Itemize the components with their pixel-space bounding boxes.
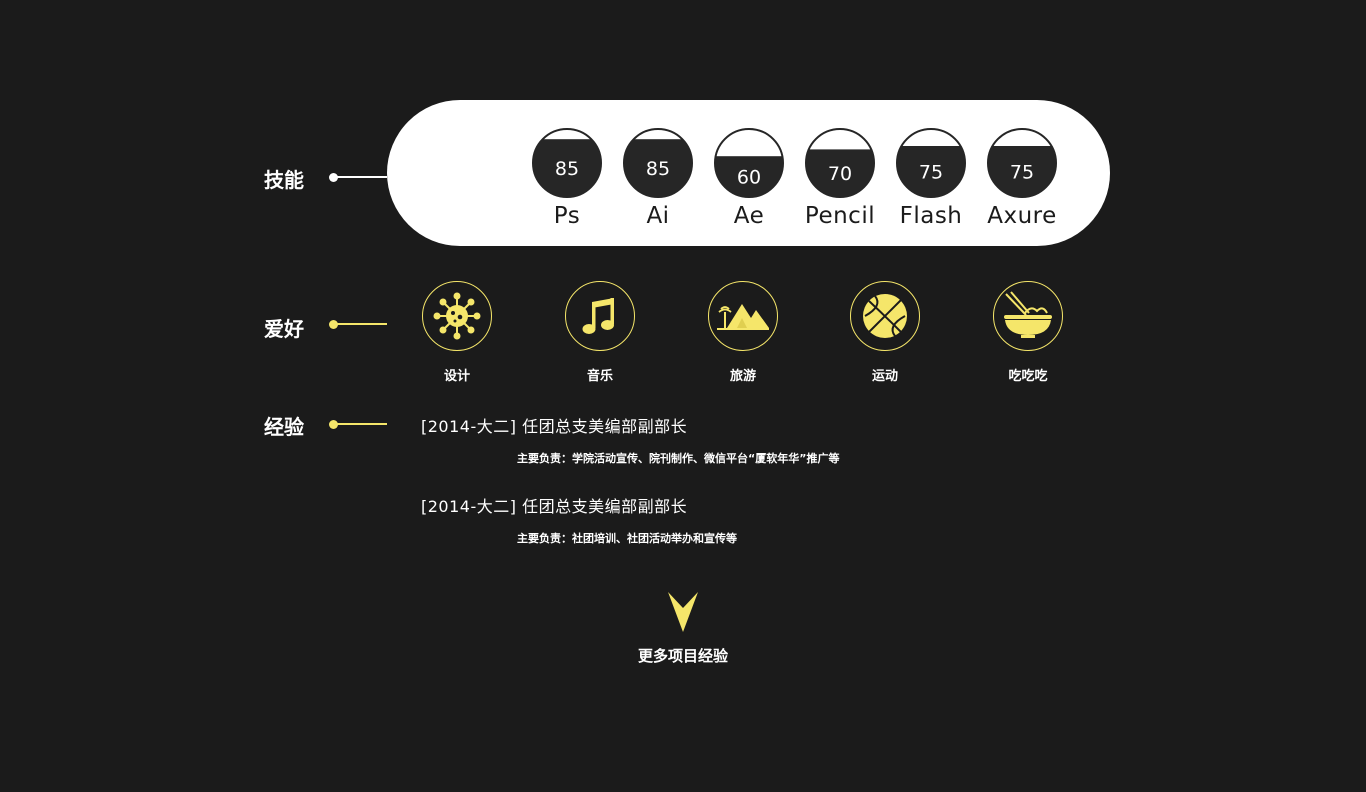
basketball-icon [863,294,907,338]
skill-name: Ae [733,203,765,229]
experience-connector [333,423,387,425]
hobby-music: 音乐 [550,281,650,384]
hobby-circle [565,281,635,351]
experience-title: [2014-大二] 任团总支美编部副部长 [421,417,688,436]
experience-desc: 主要负责：学院活动宣传、院刊制作、微信平台“厦软年华”推广等 [517,452,840,465]
skill-gauge: 85 [532,128,602,198]
hobby-label: 运动 [871,369,898,384]
music-note-icon [582,298,614,334]
hobby-design: 设计 [407,281,507,384]
skills-panel: 85 Ps 85 Ai 60 Ae 70 Pencil 75 Flash 75 … [387,100,1110,246]
skill-gauge: 75 [896,128,966,198]
hobby-circle [422,281,492,351]
hobbies-connector [333,323,387,325]
hobby-label: 音乐 [586,369,613,384]
more-experience-link[interactable]: 更多项目经验 [0,645,1366,666]
skills-heading: 技能 [264,168,304,192]
skill-value: 85 [555,158,579,180]
hobby-circle [708,281,778,351]
skill-name: Ai [646,203,670,229]
experience-desc: 主要负责：社团培训、社团活动举办和宣传等 [517,532,737,545]
skill-pencil: 70 Pencil [795,127,885,229]
hobby-label: 吃吃吃 [1008,369,1048,384]
hobby-travel: 旅游 [693,281,793,384]
skill-value: 60 [737,167,761,189]
skill-value: 75 [919,162,943,184]
skill-value: 75 [1010,162,1034,184]
hobby-label: 旅游 [729,369,756,384]
experience-title: [2014-大二] 任团总支美编部副部长 [421,497,688,516]
hobby-label: 设计 [443,369,470,384]
skill-name: Axure [987,203,1057,229]
hobby-sport: 运动 [835,281,935,384]
skill-ae: 60 Ae [704,127,794,229]
skill-flash: 75 Flash [886,127,976,229]
skill-name: Flash [899,203,963,229]
skills-connector [333,176,387,178]
skill-gauge: 70 [805,128,875,198]
noodle-bowl-icon [1004,291,1052,338]
skill-ps: 85 Ps [522,127,612,229]
experience-heading: 经验 [264,415,304,439]
skill-gauge: 85 [623,128,693,198]
hobbies-heading: 爱好 [264,317,304,341]
skill-gauge: 60 [714,128,784,198]
hobby-circle [850,281,920,351]
virus-design-icon [433,292,481,340]
skill-value: 70 [828,163,852,185]
skill-name: Pencil [804,203,876,229]
mountain-travel-icon [717,304,769,330]
skill-name: Ps [553,203,581,229]
skill-ai: 85 Ai [613,127,703,229]
arrow-down-icon[interactable] [667,592,699,632]
hobby-circle [993,281,1063,351]
skill-gauge: 75 [987,128,1057,198]
skill-value: 85 [646,158,670,180]
skill-axure: 75 Axure [977,127,1067,229]
hobby-food: 吃吃吃 [978,281,1078,384]
